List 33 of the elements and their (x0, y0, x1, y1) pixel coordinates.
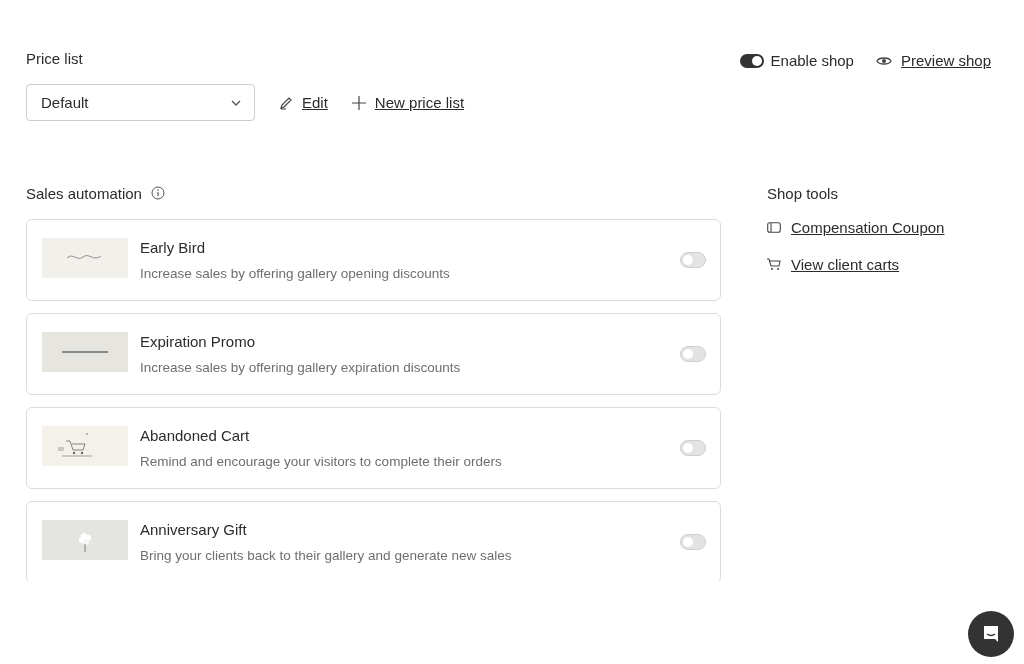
chat-button[interactable] (968, 611, 1014, 657)
toggle-switch[interactable] (680, 346, 706, 362)
card-title: Anniversary Gift (140, 521, 248, 538)
card-title: Expiration Promo (140, 333, 257, 350)
eye-icon (875, 54, 892, 67)
info-icon[interactable] (150, 186, 165, 200)
card-description: Increase sales by offering gallery opening discounts (140, 266, 451, 281)
section-title: Sales automation (26, 184, 142, 202)
enable-shop-toggle[interactable]: Enable shop (739, 52, 854, 69)
toggle-switch[interactable] (680, 440, 706, 456)
new-price-list-link[interactable]: New price list (351, 94, 465, 111)
ticket-icon (767, 222, 781, 233)
price-list-dropdown[interactable]: Default (26, 84, 255, 121)
chevron-down-icon (230, 98, 242, 107)
plus-icon (351, 95, 366, 110)
card-description: Remind and encourage your visitors to complete their orders (140, 454, 503, 469)
section-title: Price list (26, 50, 84, 67)
pencil-icon (279, 95, 293, 110)
shop-tool-link[interactable]: Compensation Coupon (767, 219, 945, 236)
chat-icon (981, 624, 1001, 644)
preview-shop-link[interactable]: Preview shop (875, 52, 991, 69)
toggle-switch[interactable] (680, 252, 706, 268)
toggle-switch[interactable] (739, 53, 764, 68)
card-description: Bring your clients back to their gallery and generate new sales (140, 548, 513, 563)
card-title: Abandoned Cart (140, 427, 251, 444)
card-description: Increase sales by offering gallery expiration discounts (140, 360, 462, 375)
section-title: Shop tools (767, 184, 838, 202)
toggle-switch[interactable] (680, 534, 706, 550)
card-title: Early Bird (140, 239, 207, 256)
shop-tool-link[interactable]: View client carts (767, 256, 945, 273)
edit-link[interactable]: Edit (279, 94, 328, 111)
toggle-label: Enable shop (770, 52, 854, 69)
cart-icon (767, 258, 781, 271)
